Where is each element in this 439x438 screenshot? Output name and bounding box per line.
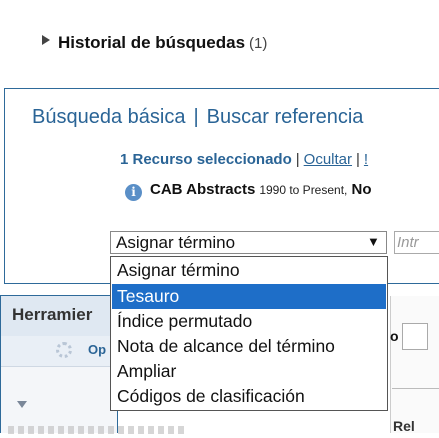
- term-input-placeholder: Intr: [397, 234, 419, 251]
- tools-options-link[interactable]: Op: [88, 342, 106, 357]
- option-scope-note[interactable]: Nota de alcance del término: [112, 334, 386, 359]
- database-row: i CAB Abstracts 1990 to Present, No: [125, 181, 372, 201]
- more-resources-link[interactable]: !: [364, 151, 368, 168]
- search-history-toggle[interactable]: Historial de búsquedas (1): [58, 33, 267, 53]
- resources-separator: |: [295, 151, 300, 168]
- results-divider: [392, 388, 439, 389]
- option-classification-codes[interactable]: Códigos de clasificación: [112, 384, 386, 409]
- field-select-value: Asignar término: [116, 233, 236, 252]
- selected-resources-bar: 1 Recurso seleccionado | Ocultar |!: [120, 151, 368, 168]
- option-permuted-index[interactable]: Índice permutado: [112, 309, 386, 334]
- tab-separator: |: [193, 106, 199, 128]
- field-select-dropdown: Asignar término Tesauro Índice permutado…: [110, 256, 388, 411]
- option-thesaurus[interactable]: Tesauro: [112, 284, 386, 309]
- search-history-count: (1): [249, 35, 268, 52]
- expand-triangle-icon[interactable]: [42, 35, 50, 45]
- results-header-fragment: o: [390, 328, 399, 344]
- tab-basic-search[interactable]: Búsqueda básica: [32, 106, 185, 128]
- results-checkbox-fragment[interactable]: [402, 323, 428, 350]
- gear-icon[interactable]: [56, 342, 72, 358]
- database-name: CAB Abstracts: [150, 181, 256, 198]
- tools-divider: [1, 366, 117, 367]
- info-icon[interactable]: i: [125, 184, 142, 201]
- option-explode[interactable]: Ampliar: [112, 359, 386, 384]
- search-history-title: Historial de búsquedas: [58, 33, 246, 52]
- option-assign-term[interactable]: Asignar término: [112, 258, 386, 283]
- dropdown-arrow-icon[interactable]: ▼: [367, 234, 380, 249]
- resources-separator-2: |: [356, 151, 360, 168]
- database-range: 1990 to Present,: [259, 183, 348, 197]
- database-extra: No: [351, 181, 372, 198]
- search-tabs: Búsqueda básica | Buscar referencia: [32, 106, 363, 129]
- cut-off-text-fragment: [8, 426, 188, 434]
- relevance-label-fragment: Rel: [393, 418, 415, 434]
- results-panel-edge: [390, 296, 439, 433]
- selected-resources-label[interactable]: 1 Recurso seleccionado: [120, 151, 292, 168]
- chevron-down-icon[interactable]: [17, 401, 27, 408]
- tab-find-citation[interactable]: Buscar referencia: [207, 106, 364, 128]
- hide-resources-link[interactable]: Ocultar: [304, 151, 352, 168]
- tools-title: Herramier: [12, 305, 93, 324]
